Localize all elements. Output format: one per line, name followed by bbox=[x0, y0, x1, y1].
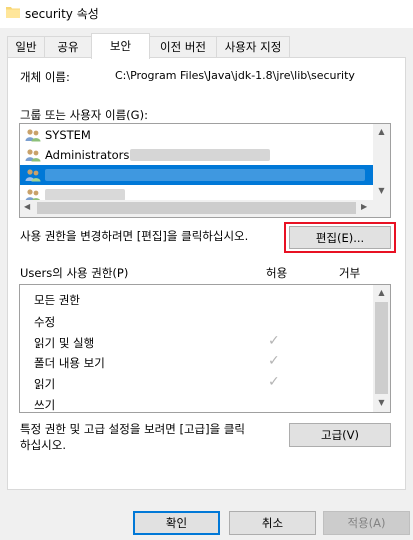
tab-sharing[interactable]: 공유 bbox=[44, 36, 92, 57]
permissions-scrollbar[interactable]: ▲ ▼ bbox=[373, 285, 390, 412]
list-item-administrators[interactable]: Administrators ( bbox=[20, 145, 374, 165]
edit-button[interactable]: 편집(E)... bbox=[289, 226, 391, 249]
tab-previous-versions[interactable]: 이전 버전 bbox=[149, 36, 217, 57]
tab-security-label: 보안 bbox=[109, 39, 132, 53]
perm-modify: 수정 bbox=[34, 315, 56, 329]
tab-sharing-label: 공유 bbox=[57, 40, 79, 54]
advanced-hint-line1: 특정 권한 및 고급 설정을 보려면 [고급]을 클릭 bbox=[20, 422, 245, 436]
allow-check-icon: ✓ bbox=[268, 374, 280, 390]
scroll-up-icon[interactable]: ▲ bbox=[373, 288, 390, 297]
scroll-thumb[interactable] bbox=[375, 302, 388, 394]
change-permissions-hint: 사용 권한을 변경하려면 [편집]을 클릭하십시오. bbox=[20, 229, 249, 243]
list-item-system[interactable]: SYSTEM bbox=[20, 125, 374, 145]
scroll-right-icon[interactable]: ▶ bbox=[361, 202, 367, 211]
folder-icon bbox=[6, 7, 20, 18]
users-icon bbox=[25, 169, 41, 182]
cancel-button[interactable]: 취소 bbox=[229, 511, 316, 535]
scroll-up-icon[interactable]: ▲ bbox=[373, 127, 390, 136]
group-user-list[interactable]: SYSTEM Administrators ( ▲ ▼ ◀ ▶ bbox=[19, 123, 391, 218]
perm-list-folder: 폴더 내용 보기 bbox=[34, 356, 105, 370]
allow-check-icon: ✓ bbox=[268, 353, 280, 369]
object-name-value: C:\Program Files\Java\jdk-1.8\jre\lib\se… bbox=[115, 69, 355, 82]
list-item-label: Administrators ( bbox=[45, 148, 138, 162]
object-name-label: 개체 이름: bbox=[20, 70, 70, 84]
redacted-text bbox=[130, 149, 270, 161]
permissions-list[interactable]: 모든 권한 수정 읽기 및 실행 ✓ 폴더 내용 보기 ✓ 읽기 ✓ 쓰기 ▲ … bbox=[19, 284, 391, 413]
groups-label: 그룹 또는 사용자 이름(G): bbox=[20, 108, 148, 122]
horizontal-scrollbar[interactable]: ◀ ▶ bbox=[20, 200, 373, 217]
tab-customize[interactable]: 사용자 지정 bbox=[216, 36, 290, 57]
users-icon bbox=[25, 149, 41, 162]
deny-header: 거부 bbox=[339, 266, 361, 280]
scroll-corner bbox=[373, 200, 390, 217]
tab-security[interactable]: 보안 bbox=[91, 33, 150, 59]
tab-general-label: 일반 bbox=[15, 40, 37, 54]
title-bar: security 속성 bbox=[0, 0, 413, 28]
allow-check-icon: ✓ bbox=[268, 333, 280, 349]
perm-read-execute: 읽기 및 실행 bbox=[34, 336, 95, 350]
vertical-scrollbar[interactable]: ▲ ▼ bbox=[373, 124, 390, 200]
apply-button[interactable]: 적용(A) bbox=[323, 511, 410, 535]
advanced-button[interactable]: 고급(V) bbox=[289, 423, 391, 447]
scroll-down-icon[interactable]: ▼ bbox=[373, 186, 390, 195]
list-item-selected[interactable] bbox=[20, 165, 374, 185]
redacted-text bbox=[45, 169, 365, 181]
scroll-thumb[interactable] bbox=[37, 202, 356, 214]
perm-full-control: 모든 권한 bbox=[34, 293, 80, 307]
tab-previous-versions-label: 이전 버전 bbox=[160, 40, 206, 54]
users-icon bbox=[25, 129, 41, 142]
list-item-label: SYSTEM bbox=[45, 128, 91, 142]
allow-header: 허용 bbox=[266, 266, 288, 280]
perm-write: 쓰기 bbox=[34, 398, 56, 412]
window-title: security 속성 bbox=[25, 7, 99, 21]
permissions-label: Users의 사용 권한(P) bbox=[20, 266, 129, 280]
advanced-hint-line2: 하십시오. bbox=[20, 438, 66, 452]
tab-general[interactable]: 일반 bbox=[7, 36, 45, 57]
perm-read: 읽기 bbox=[34, 377, 56, 391]
scroll-down-icon[interactable]: ▼ bbox=[373, 398, 390, 407]
ok-button[interactable]: 확인 bbox=[133, 511, 220, 535]
tab-customize-label: 사용자 지정 bbox=[224, 40, 282, 54]
scroll-left-icon[interactable]: ◀ bbox=[24, 202, 30, 211]
